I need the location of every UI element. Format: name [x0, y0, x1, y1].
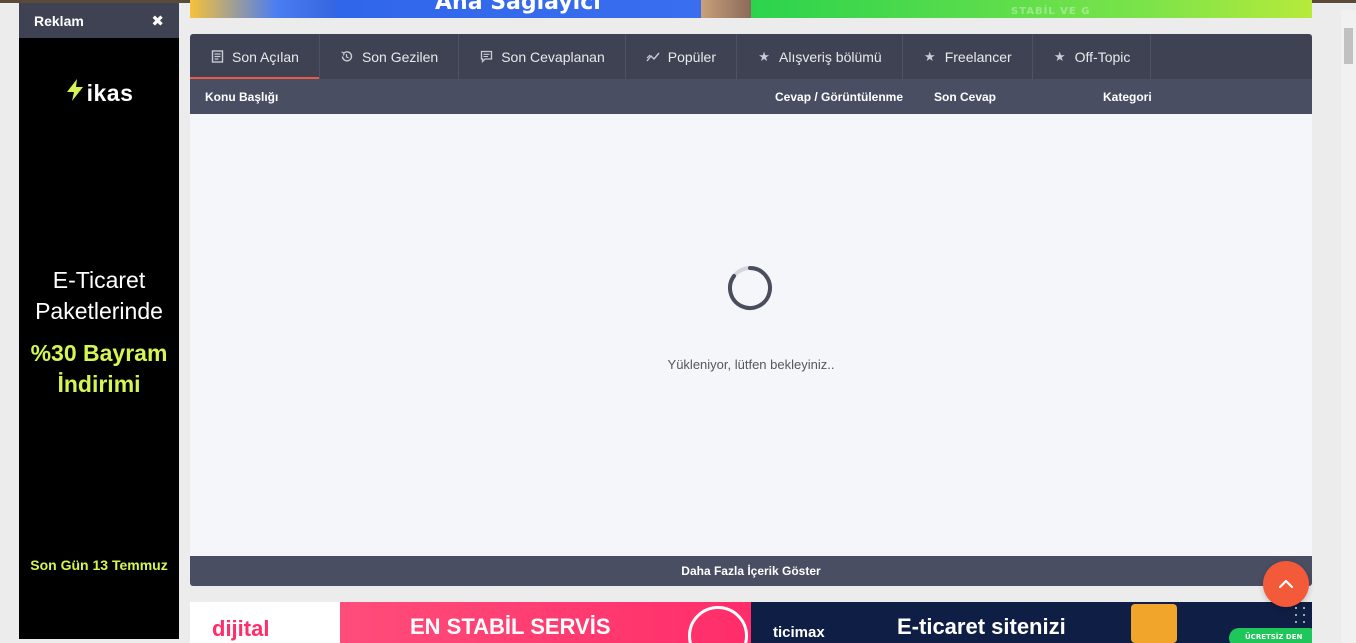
tab-off-topic[interactable]: ★ Off-Topic — [1033, 34, 1152, 79]
shop-icon — [1131, 604, 1177, 643]
ad-footer: Son Gün 13 Temmuz — [30, 557, 168, 573]
ad-title: Reklam — [34, 12, 84, 29]
tab-label: Son Cevaplanan — [501, 48, 605, 65]
tab-label: Son Açılan — [232, 48, 299, 65]
history-icon — [340, 50, 354, 64]
ad-brand-name: ikas — [86, 79, 134, 106]
trend-icon — [646, 50, 660, 64]
banner-cta: ÜCRETSİZ DEN — [1229, 628, 1312, 643]
tab-label: Alışveriş bölümü — [779, 48, 882, 65]
ad-line-2: Paketlerinde — [35, 298, 163, 324]
tab-label: Son Gezilen — [361, 48, 439, 65]
banner-graphic — [190, 0, 335, 18]
tab-bar: Son Açılan Son Gezilen Son Cevaplanan Po… — [190, 34, 1312, 79]
scrollbar-thumb[interactable] — [1344, 28, 1353, 64]
tab-alisveris[interactable]: ★ Alışveriş bölümü — [737, 34, 903, 79]
bottom-banner-left[interactable]: dijital EN STABİL SERVİS — [190, 602, 751, 643]
chevron-up-icon — [1278, 579, 1294, 589]
bolt-icon — [65, 79, 85, 107]
banner-text: E-ticaret sitenizi — [897, 614, 1066, 639]
column-last-reply: Son Cevap — [934, 90, 997, 104]
topics-list-area: Yükleniyor, lütfen bekleyiniz.. — [190, 114, 1312, 556]
ad-line-1: E-Ticaret — [52, 267, 146, 293]
drag-handle-icon — [1295, 607, 1309, 625]
banner-brand: dijital — [212, 616, 270, 641]
close-icon[interactable]: ✖ — [151, 12, 164, 30]
star-icon: ★ — [923, 48, 936, 64]
topics-panel: Son Açılan Son Gezilen Son Cevaplanan Po… — [190, 34, 1312, 586]
tab-label: Off-Topic — [1074, 48, 1131, 65]
banner-text: EN STABİL SERVİS — [410, 614, 611, 639]
banner-text: STABİL VE G — [1011, 6, 1091, 17]
banner-text: Ana Sağlayıcı — [435, 0, 601, 15]
tab-label: Freelancer — [944, 48, 1012, 65]
check-circle-icon — [688, 606, 748, 643]
tab-son-acilan[interactable]: Son Açılan — [190, 34, 320, 79]
bottom-banner-right[interactable]: ticimax E-ticaret sitenizi ÜCRETSİZ DEN — [751, 602, 1312, 643]
column-topic: Konu Başlığı — [205, 90, 279, 104]
loading-spinner-icon — [728, 266, 772, 310]
side-ad[interactable]: Reklam ✖ ikas E-Ticaret Paketlerinde %30… — [19, 3, 179, 639]
show-more-button[interactable]: Daha Fazla İçerik Göster — [190, 556, 1312, 586]
star-icon: ★ — [1053, 48, 1066, 64]
star-icon: ★ — [758, 48, 770, 64]
top-banner-left[interactable]: Ana Sağlayıcı — [190, 0, 751, 18]
column-header: Konu Başlığı Cevap / Görüntülenme Son Ce… — [190, 79, 1312, 114]
banner-brand: ticimax — [773, 624, 825, 641]
ad-line-3: %30 Bayram — [30, 340, 168, 366]
tab-populer[interactable]: Popüler — [626, 34, 738, 79]
tab-freelancer[interactable]: ★ Freelancer — [903, 34, 1033, 79]
scroll-to-top-button[interactable] — [1263, 561, 1309, 607]
ad-line-4: İndirimi — [57, 371, 141, 397]
ad-header: Reklam ✖ — [19, 3, 179, 38]
page-scrollbar[interactable] — [1341, 10, 1356, 643]
comment-icon — [479, 50, 493, 64]
tab-son-cevaplanan[interactable]: Son Cevaplanan — [459, 34, 626, 79]
column-category: Kategori — [1103, 90, 1152, 104]
tab-label: Popüler — [667, 48, 717, 65]
top-banner-right[interactable]: STABİL VE G — [751, 0, 1312, 18]
ad-brand-logo: ikas — [19, 79, 179, 107]
document-icon — [210, 50, 224, 64]
banner-photo — [701, 0, 751, 18]
column-replies-views: Cevap / Görüntülenme — [775, 90, 904, 104]
tab-son-gezilen[interactable]: Son Gezilen — [320, 34, 460, 79]
loading-text: Yükleniyor, lütfen bekleyiniz.. — [667, 357, 835, 372]
